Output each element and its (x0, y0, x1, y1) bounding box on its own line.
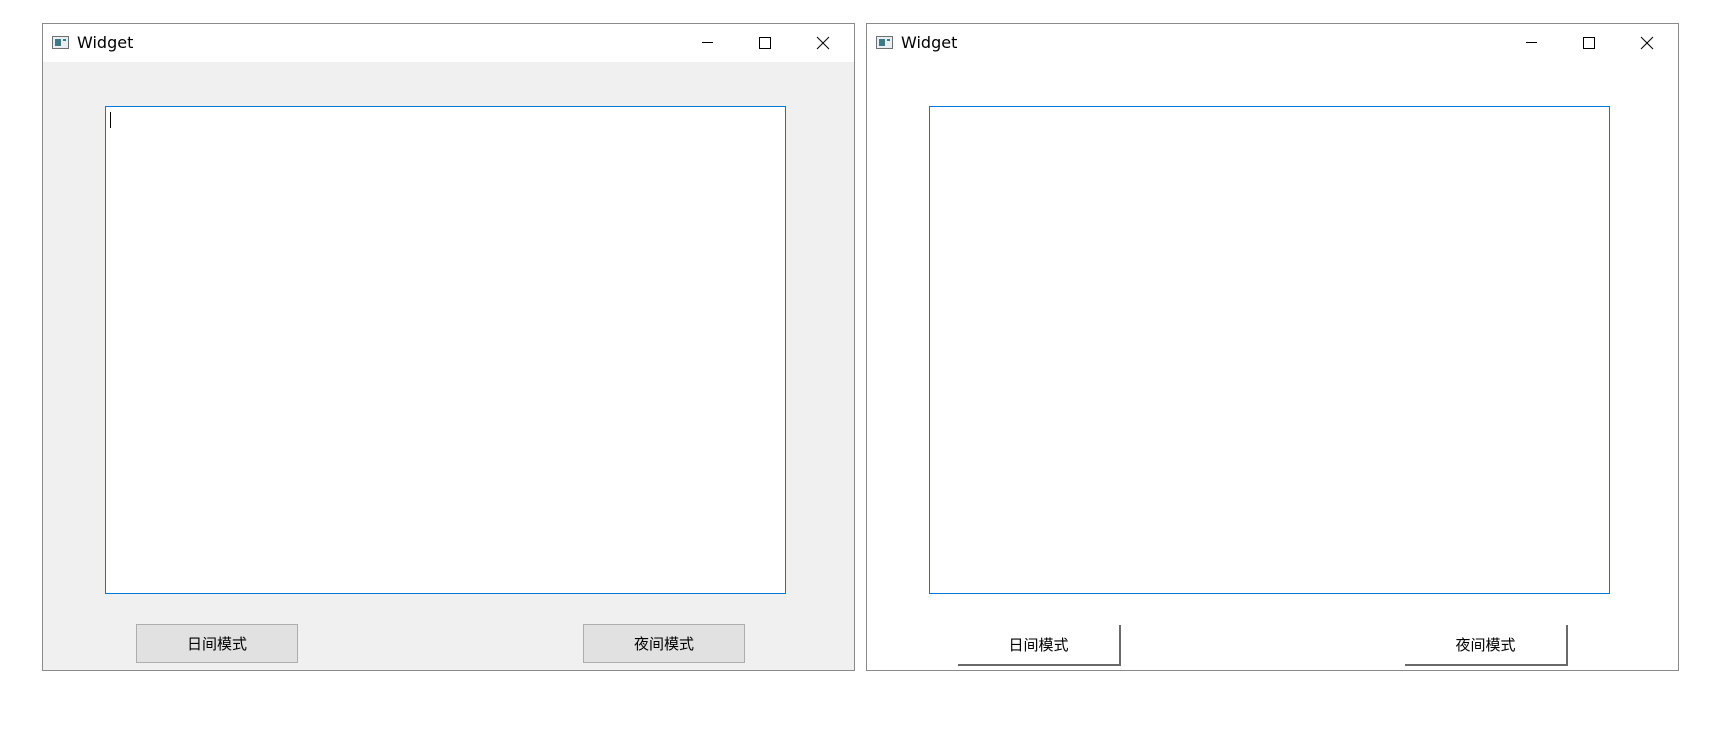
window-title: Widget (901, 33, 958, 52)
minimize-icon (1526, 42, 1537, 43)
night-mode-button[interactable]: 夜间模式 (1405, 625, 1568, 666)
widget-window-right: Widget 日间模式 夜间模式 (866, 23, 1679, 671)
client-area: 日间模式 夜间模式 (43, 62, 854, 670)
maximize-icon (759, 37, 771, 49)
app-window-icon (52, 36, 69, 49)
close-icon (1640, 36, 1654, 50)
client-area: 日间模式 夜间模式 (867, 62, 1678, 670)
minimize-icon (702, 42, 713, 43)
minimize-button[interactable] (1502, 24, 1560, 62)
text-edit-area[interactable] (929, 106, 1610, 594)
text-edit-area[interactable] (105, 106, 786, 594)
close-button[interactable] (794, 24, 852, 62)
close-button[interactable] (1618, 24, 1676, 62)
close-icon (816, 36, 830, 50)
maximize-button[interactable] (736, 24, 794, 62)
minimize-button[interactable] (678, 24, 736, 62)
widget-window-left: Widget 日间模式 夜间模式 (42, 23, 855, 671)
title-bar[interactable]: Widget (43, 24, 854, 62)
maximize-button[interactable] (1560, 24, 1618, 62)
title-bar[interactable]: Widget (867, 24, 1678, 62)
text-caret (110, 112, 111, 128)
window-title: Widget (77, 33, 134, 52)
app-window-icon (876, 36, 893, 49)
night-mode-button[interactable]: 夜间模式 (583, 624, 745, 663)
day-mode-button[interactable]: 日间模式 (958, 625, 1121, 666)
maximize-icon (1583, 37, 1595, 49)
day-mode-button[interactable]: 日间模式 (136, 624, 298, 663)
